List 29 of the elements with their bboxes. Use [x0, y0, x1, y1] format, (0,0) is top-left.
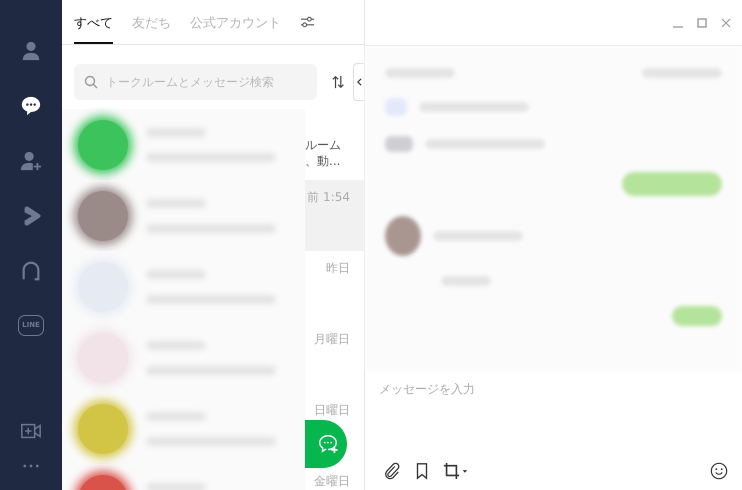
arc-icon[interactable] [20, 260, 42, 282]
chat-row[interactable]: 前 1:54 [62, 180, 364, 251]
emoji-icon[interactable] [710, 462, 728, 480]
add-person-icon[interactable] [20, 150, 42, 172]
chat-time: 昨日 [326, 260, 350, 277]
chat-time: 月曜日 [314, 331, 350, 348]
chat-bubble-icon[interactable] [20, 95, 42, 117]
chevron-left-icon [356, 78, 362, 86]
crop-icon[interactable] [443, 462, 468, 480]
search-icon [84, 75, 98, 89]
tab[interactable]: 友だち [132, 0, 171, 44]
new-chat-button[interactable] [305, 420, 347, 468]
tab[interactable]: 公式アカウント [190, 0, 281, 44]
search-field[interactable]: トークルームとメッセージ検索 [74, 64, 317, 100]
message-preview: ルーム [305, 137, 341, 153]
paperclip-icon[interactable] [383, 462, 401, 480]
tab[interactable]: すべて [74, 0, 113, 44]
chat-time: 前 1:54 [307, 189, 350, 206]
maximize-icon[interactable] [697, 18, 707, 28]
collapse-button[interactable] [353, 63, 364, 101]
sort-icon[interactable] [332, 74, 344, 90]
chat-plus-icon [317, 433, 339, 455]
chat-time: 日曜日 [314, 402, 350, 419]
more-icon[interactable] [23, 464, 39, 468]
person-icon[interactable] [20, 40, 42, 62]
close-icon[interactable] [721, 18, 731, 28]
message-preview: 、動... [305, 153, 340, 169]
filter-settings-icon[interactable] [300, 16, 315, 28]
chat-time: 金曜日 [314, 473, 350, 490]
